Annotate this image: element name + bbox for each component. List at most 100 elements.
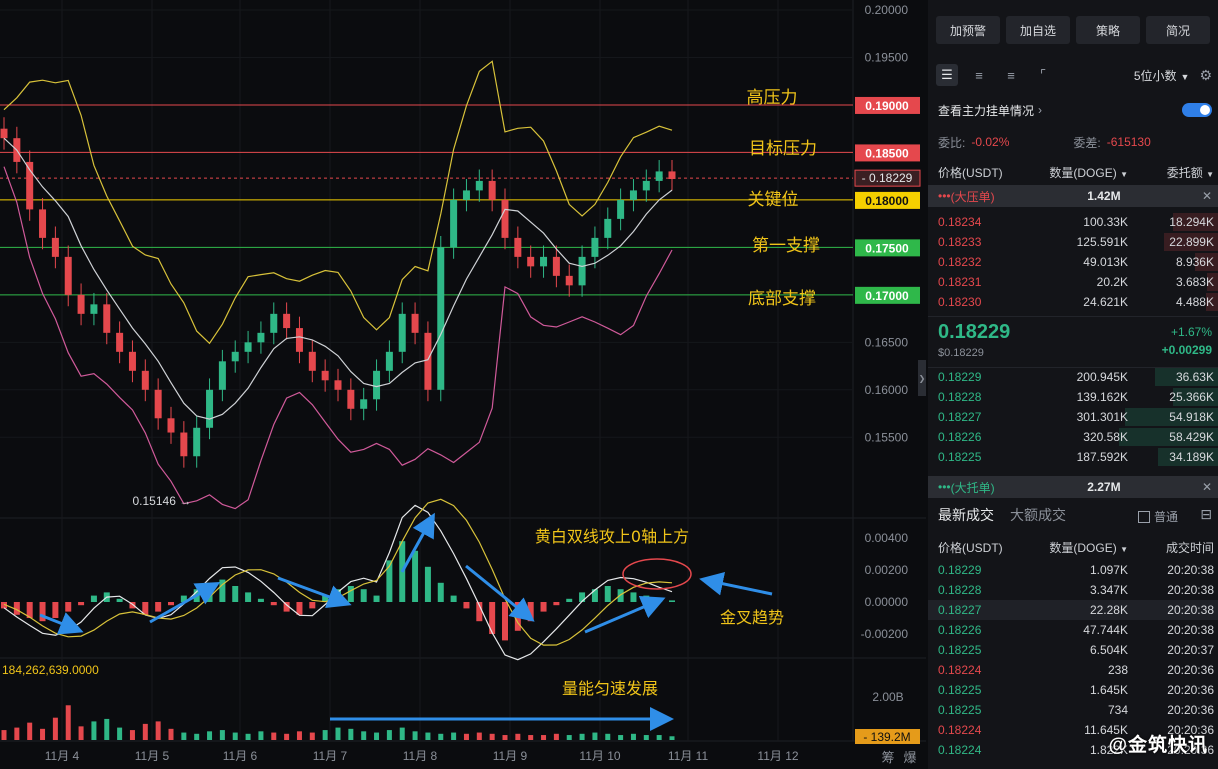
ask-row[interactable]: 0.18234 100.33K 18.294K <box>928 212 1218 232</box>
volume-bar <box>27 722 33 740</box>
trade-price: 0.18224 <box>938 723 982 737</box>
trade-row[interactable]: 0.18227 22.28K 20:20:38 <box>928 600 1218 620</box>
both-sides-view-icon[interactable]: ☰ <box>936 64 958 86</box>
bid-row[interactable]: 0.18228 139.162K 25.366K <box>928 387 1218 407</box>
price-tick-label: 0.20000 <box>865 3 909 17</box>
normal-filter-checkbox[interactable]: 普通 <box>1137 508 1178 525</box>
big-buy-qty: 2.27M <box>1087 480 1121 494</box>
row-text: 0.18229 200.945K 36.63K <box>938 367 1214 387</box>
amount-header[interactable]: 委托额 ▼ <box>1128 164 1214 181</box>
tab-large-trades[interactable]: 大额成交 <box>1010 505 1066 525</box>
last-price: 0.18229 <box>938 321 1011 343</box>
key-level-value: 0.19000 <box>865 99 909 113</box>
macd-histogram-bar <box>347 586 354 602</box>
volume-bar <box>219 730 225 740</box>
bid-row[interactable]: 0.18227 301.301K 54.918K <box>928 407 1218 427</box>
volume-bar <box>412 731 418 740</box>
volume-bar <box>566 735 572 740</box>
orderbook-header: 价格(USDT) 数量(DOGE) ▼ 委托额 ▼ <box>938 162 1214 182</box>
ask-row[interactable]: 0.18231 20.2K 3.683K <box>928 272 1218 292</box>
strategy-button[interactable]: 策略 <box>1076 16 1140 44</box>
ask-row[interactable]: 0.18230 24.621K 4.488K <box>928 292 1218 312</box>
overview-button[interactable]: 简况 <box>1146 16 1210 44</box>
volume-current-value: - 139.2M <box>863 730 910 744</box>
trade-qty-header[interactable]: 数量(DOGE) ▼ <box>1048 539 1128 556</box>
key-level-name: 高压力 <box>747 88 798 108</box>
trade-row[interactable]: 0.18225 6.504K 20:20:37 <box>928 640 1218 660</box>
big-buy-row[interactable]: ••• (大托单) 2.27M ✕ <box>928 476 1218 498</box>
bids-view-icon[interactable]: ≡ <box>968 64 990 86</box>
trade-row[interactable]: 0.18224 238 20:20:36 <box>928 660 1218 680</box>
amount-cell: 3.683K <box>1175 275 1214 289</box>
date-tick-label: 11月 12 <box>757 749 798 763</box>
weicha-label: 委差: <box>1073 135 1101 150</box>
ask-row[interactable]: 0.18232 49.013K 8.936K <box>928 252 1218 272</box>
collapse-panel-handle[interactable]: ❯ <box>918 360 926 396</box>
trade-row[interactable]: 0.18225 1.645K 20:20:36 <box>928 680 1218 700</box>
row-text: 0.18225 6.504K 20:20:37 <box>938 640 1214 660</box>
volume-bar <box>528 735 534 740</box>
trade-row[interactable]: 0.18229 1.097K 20:20:38 <box>928 560 1218 580</box>
big-buy-dots-icon: ••• <box>938 480 951 494</box>
ask-row[interactable]: 0.18233 125.591K 22.899K <box>928 232 1218 252</box>
big-buy-label: (大托单) <box>950 480 995 495</box>
candle-body <box>0 128 8 139</box>
close-icon[interactable]: ✕ <box>1202 189 1212 203</box>
volume-bar <box>348 728 354 740</box>
trade-row[interactable]: 0.18225 734 20:20:36 <box>928 700 1218 720</box>
key-level-value: 0.17000 <box>865 289 909 303</box>
candle-body <box>373 370 381 400</box>
candle-body <box>617 199 625 219</box>
qty-cell: 125.591K <box>1076 235 1128 249</box>
trade-price: 0.18227 <box>938 603 982 617</box>
add-alert-button[interactable]: 加预警 <box>936 16 1000 44</box>
bid-row[interactable]: 0.18229 200.945K 36.63K <box>928 367 1218 387</box>
trade-price-header: 价格(USDT) <box>938 540 1003 555</box>
candle-body <box>385 351 393 371</box>
candle-body <box>462 190 470 200</box>
trade-qty: 22.28K <box>1089 603 1128 617</box>
candle-body <box>540 256 548 267</box>
chart-area[interactable]: 11月 4 11月 5 11月 6 11月 7 11月 8 11月 9 11月 10 11月 … <box>0 0 926 769</box>
row-text: 0.18228 139.162K 25.366K <box>938 387 1214 407</box>
precision-select[interactable]: 5位小数 ▼ <box>1134 67 1190 84</box>
main-orders-toggle[interactable] <box>1182 103 1212 117</box>
chart-canvas[interactable]: 11月 4 11月 5 11月 6 11月 7 11月 8 11月 9 11月 10 11月 … <box>0 0 926 769</box>
candle-body <box>295 328 303 352</box>
upper-band-line <box>3 60 673 345</box>
macd-tick-label: 0.00000 <box>865 595 909 609</box>
annotation-arrow <box>465 564 535 622</box>
macd-histogram-bar <box>424 566 431 602</box>
price-cell: 0.18230 <box>938 295 982 309</box>
lower-band-line <box>3 166 673 510</box>
trade-settings-icon[interactable]: ⊟ <box>1200 506 1212 523</box>
main-orders-row[interactable]: 查看主力挂单情况 › <box>938 100 1214 120</box>
candle-body <box>180 432 188 457</box>
trade-row[interactable]: 0.18226 47.744K 20:20:38 <box>928 620 1218 640</box>
macd-histogram-bar <box>617 589 624 602</box>
volume-bar <box>399 727 405 740</box>
macd-histogram-bar <box>52 602 59 618</box>
depth-view-icon[interactable]: ⌜ <box>1032 64 1054 86</box>
candle-body <box>334 380 342 390</box>
candle-body <box>51 237 59 257</box>
big-sell-row[interactable]: ••• (大压单) 1.42M ✕ <box>928 185 1218 207</box>
candle-body <box>655 171 663 181</box>
bid-row[interactable]: 0.18225 187.592K 34.189K <box>928 447 1218 467</box>
tab-latest-trades[interactable]: 最新成交 <box>938 505 994 525</box>
bid-row[interactable]: 0.18226 320.58K 58.429K <box>928 427 1218 447</box>
candle-body <box>90 304 98 314</box>
add-watchlist-button[interactable]: 加自选 <box>1006 16 1070 44</box>
trade-time: 20:20:36 <box>1167 683 1214 697</box>
qty-header[interactable]: 数量(DOGE) ▼ <box>1048 164 1128 181</box>
big-sell-label: (大压单) <box>950 189 995 204</box>
qty-cell: 139.162K <box>1076 390 1128 404</box>
gear-icon[interactable]: ⚙ <box>1199 67 1212 84</box>
candle-body <box>193 427 201 457</box>
macd-histogram-bar <box>270 602 277 606</box>
price-cell: 0.18232 <box>938 255 982 269</box>
close-icon[interactable]: ✕ <box>1202 480 1212 494</box>
volume-bar <box>618 735 624 740</box>
trade-row[interactable]: 0.18228 3.347K 20:20:38 <box>928 580 1218 600</box>
asks-view-icon[interactable]: ≡ <box>1000 64 1022 86</box>
